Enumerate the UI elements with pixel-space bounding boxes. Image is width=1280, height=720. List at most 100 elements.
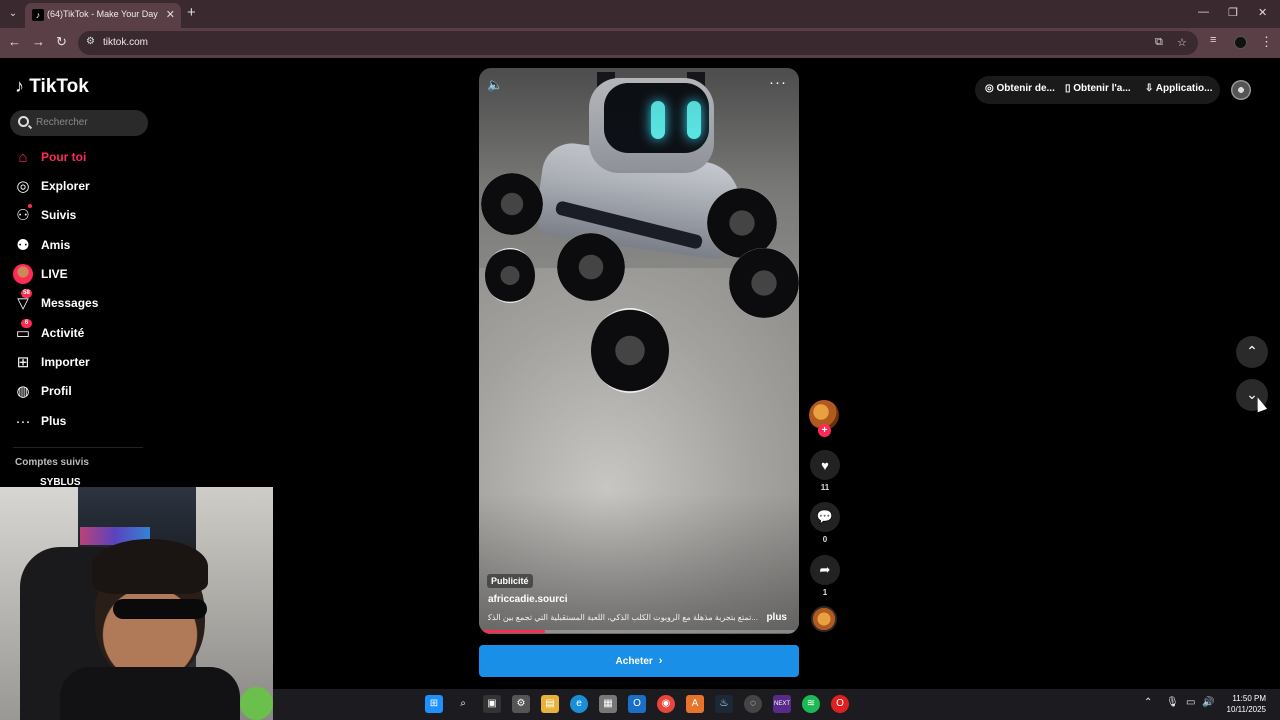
address-bar[interactable]: ⚙ tiktok.com ⧉ ☆: [78, 31, 1198, 55]
caption-more-link[interactable]: plus: [766, 612, 787, 623]
video-progress-fill: [483, 630, 546, 633]
like-count: 11: [820, 483, 830, 492]
compass-icon: ◎: [16, 178, 30, 195]
get-app-label: Obtenir l'a...: [1073, 83, 1131, 94]
browser-tab-bar: ⌄ ♪ (64)TikTok - Make Your Day ✕ + — ❐ ✕: [0, 0, 1280, 28]
upload-icon: ⊞: [16, 354, 30, 371]
spotify-icon[interactable]: ≋: [802, 695, 820, 713]
edge-icon[interactable]: e: [570, 695, 588, 713]
sidebar-item-messages[interactable]: ▽ 58 Messages: [13, 289, 143, 315]
sidebar-item-suivis[interactable]: ⚇ Suivis: [13, 204, 143, 227]
task-view-icon[interactable]: ▣: [483, 695, 501, 713]
video-progress-bar[interactable]: [483, 630, 795, 633]
desktop-app-button[interactable]: ⇩ Applicatio...: [1145, 83, 1212, 94]
share-icon[interactable]: ➦: [810, 555, 840, 585]
app-a-icon[interactable]: A: [686, 695, 704, 713]
url-text: tiktok.com: [103, 37, 149, 48]
browser-tab[interactable]: ♪ (64)TikTok - Make Your Day ✕: [25, 3, 181, 28]
tiktok-note-icon: ♪: [15, 76, 24, 96]
back-icon[interactable]: ←: [8, 34, 21, 49]
start-menu-icon[interactable]: ⊞: [425, 695, 443, 713]
sidebar-divider: [13, 447, 143, 448]
bookmark-star-icon[interactable]: ☆: [1177, 36, 1187, 49]
share-count: 1: [822, 588, 828, 597]
get-coins-button[interactable]: ◎ Obtenir de...: [985, 83, 1055, 94]
settings-app-icon[interactable]: ⚙: [512, 695, 530, 713]
sidebar-item-plus[interactable]: ··· Plus: [13, 411, 143, 433]
follow-plus-icon[interactable]: +: [818, 424, 831, 437]
browser-menu-icon[interactable]: ⋮: [1260, 34, 1273, 50]
search-icon: [18, 116, 29, 127]
sidebar-item-importer[interactable]: ⊞ Importer: [13, 352, 143, 374]
reload-icon[interactable]: ↻: [56, 34, 67, 50]
followed-accounts-title: Comptes suivis: [15, 457, 89, 468]
opera-icon[interactable]: O: [831, 695, 849, 713]
windows-taskbar: ⊞ ⌕ ▣ ⚙ ▤ e ▦ O ◉ A ♨ ◌ NEXT ≋ O ⌃ 🎙 ▭ 🔊…: [273, 689, 1280, 720]
previous-video-button[interactable]: ⌃: [1236, 336, 1268, 368]
sound-disc[interactable]: [811, 606, 837, 632]
get-app-button[interactable]: ▯ Obtenir l'a...: [1065, 83, 1131, 94]
sidebar-item-amis[interactable]: ⚉ Amis: [13, 235, 143, 257]
store-icon[interactable]: ▦: [599, 695, 617, 713]
sidebar-item-profil[interactable]: ◍ Profil: [13, 381, 143, 403]
microphone-icon[interactable]: 🎙: [1166, 697, 1179, 708]
sidebar-item-pour-toi[interactable]: ⌂ Pour toi: [13, 147, 143, 169]
sidebar-item-label: Messages: [41, 296, 99, 310]
video-player[interactable]: 🔈 ··· Publicité africcadie.sourci ...تمت…: [479, 68, 799, 634]
steam-icon[interactable]: ♨: [715, 695, 733, 713]
volume-icon[interactable]: 🔈: [487, 77, 503, 93]
desktop-app-label: Applicatio...: [1155, 83, 1213, 94]
tab-close-icon[interactable]: ✕: [166, 8, 175, 21]
like-action[interactable]: ♥ 11: [810, 450, 840, 492]
messages-badge: 58: [21, 289, 32, 298]
video-author[interactable]: africcadie.sourci: [488, 594, 567, 605]
search-bar[interactable]: [10, 110, 148, 136]
browser-toolbar: ← → ↻ ⚙ tiktok.com ⧉ ☆ ≡ ⋮: [0, 28, 1280, 58]
webcam-sunglasses: [113, 599, 207, 619]
video-caption: ...تمتع بتجربة مذهلة مع الروبوت الكلب ال…: [488, 613, 758, 622]
next-app-icon[interactable]: NEXT: [773, 695, 791, 713]
search-input[interactable]: [36, 117, 141, 128]
home-icon: ⌂: [18, 149, 28, 166]
chrome-icon[interactable]: ◉: [657, 695, 675, 713]
sidebar-item-explorer[interactable]: ◎ Explorer: [13, 176, 143, 198]
sidebar-item-label: Amis: [41, 238, 71, 252]
buy-button[interactable]: Acheter ›: [479, 645, 799, 677]
install-app-icon[interactable]: ⧉: [1155, 36, 1163, 49]
taskbar-search-icon[interactable]: ⌕: [454, 695, 472, 713]
new-tab-icon[interactable]: +: [187, 4, 196, 21]
close-window-icon[interactable]: ✕: [1258, 6, 1267, 19]
outlook-icon[interactable]: O: [628, 695, 646, 713]
share-action[interactable]: ➦ 1: [810, 555, 840, 597]
browser-profile-icon[interactable]: [1234, 36, 1247, 49]
tab-title: (64)TikTok - Make Your Day: [47, 9, 158, 19]
tiktok-logo[interactable]: ♪ TikTok: [15, 76, 89, 98]
tray-expand-icon[interactable]: ⌃: [1144, 697, 1152, 708]
comment-action[interactable]: 💬 0: [810, 502, 840, 544]
sidebar-item-label: Importer: [41, 355, 90, 369]
network-icon[interactable]: ▭: [1186, 697, 1195, 708]
comment-icon[interactable]: 💬: [810, 502, 840, 532]
sidebar-item-activite[interactable]: ▭ 6 Activité: [13, 319, 143, 345]
chevron-right-icon: ›: [658, 655, 663, 667]
sidebar-item-label: Pour toi: [41, 150, 87, 164]
more-options-icon[interactable]: ···: [769, 74, 787, 91]
speaker-icon[interactable]: 🔊: [1202, 697, 1214, 708]
tab-search-icon[interactable]: ⌄: [4, 5, 22, 23]
clock-time: 11:50 PM: [1232, 694, 1266, 703]
site-info-icon[interactable]: ⚙: [86, 36, 95, 47]
friends-icon: ⚉: [16, 237, 30, 254]
file-explorer-icon[interactable]: ▤: [541, 695, 559, 713]
clock[interactable]: 11:50 PM 10/11/2025: [1227, 693, 1266, 715]
webcam-person-body: [60, 667, 240, 720]
minimize-icon[interactable]: —: [1198, 6, 1209, 18]
forward-icon[interactable]: →: [32, 34, 45, 49]
media-control-icon[interactable]: ≡: [1210, 34, 1216, 46]
profile-icon: ◍: [16, 383, 30, 400]
logo-text: TikTok: [29, 76, 89, 97]
user-avatar[interactable]: [1231, 80, 1251, 100]
restore-icon[interactable]: ❐: [1228, 6, 1238, 19]
heart-icon[interactable]: ♥: [810, 450, 840, 480]
sidebar-item-live[interactable]: LIVE: [13, 264, 143, 286]
app-circle-icon[interactable]: ◌: [744, 695, 762, 713]
